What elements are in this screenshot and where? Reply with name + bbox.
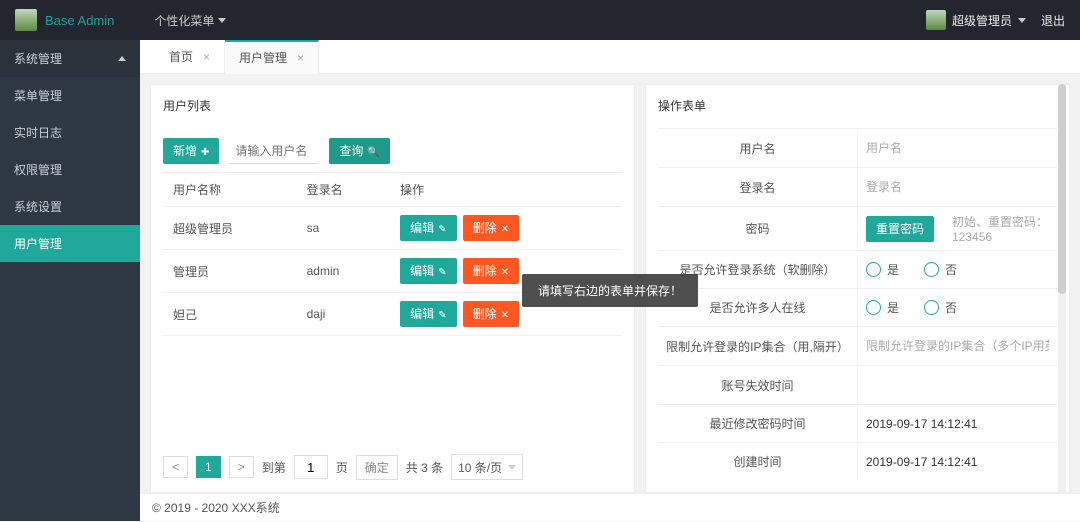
chevron-up-icon (118, 56, 126, 61)
edit-button[interactable]: 编辑 (400, 215, 456, 241)
x-icon (501, 308, 509, 321)
login-input[interactable] (866, 174, 1049, 200)
allow-multi-yes[interactable]: 是 (866, 299, 899, 316)
panel-title-left: 用户列表 (163, 97, 622, 114)
username-input[interactable] (866, 135, 1049, 161)
pagination: < 1 > 到第 页 确定 共 3 条 10 条/页 (163, 434, 622, 480)
pager-current[interactable]: 1 (196, 456, 221, 478)
edit-icon (438, 265, 446, 278)
top-header: Base Admin 个性化菜单 超级管理员 退出 (0, 0, 1080, 40)
delete-button[interactable]: 删除 (463, 258, 519, 284)
password-hint: 初始、重置密码：123456 (952, 213, 1049, 244)
label-username: 用户名 (658, 130, 858, 167)
sidebar-header[interactable]: 系统管理 (0, 40, 140, 77)
user-table: 用户名称 登录名 操作 超级管理员 sa 编辑 删除 (163, 172, 622, 336)
edit-button[interactable]: 编辑 (400, 301, 456, 327)
allow-multi-no[interactable]: 否 (924, 299, 957, 316)
add-button[interactable]: 新增 (163, 138, 219, 164)
label-login: 登录名 (658, 169, 858, 206)
brand-text: Base Admin (45, 13, 114, 28)
tab-home[interactable]: 首页 × (155, 40, 225, 74)
col-ops: 操作 (390, 173, 622, 207)
chevron-down-icon (218, 18, 226, 23)
top-nav-item[interactable]: 个性化菜单 (154, 12, 226, 29)
expire-input[interactable] (866, 372, 1049, 398)
edit-icon (438, 222, 446, 235)
search-input[interactable] (229, 138, 319, 164)
col-name: 用户名称 (163, 173, 297, 207)
pager-confirm[interactable]: 确定 (356, 455, 398, 480)
pager-pagesize[interactable]: 10 条/页 (451, 454, 523, 480)
search-icon (367, 145, 379, 158)
sidebar-item-log[interactable]: 实时日志 (0, 114, 140, 151)
ip-input[interactable] (866, 333, 1049, 359)
scroll-thumb[interactable] (1058, 84, 1066, 294)
sidebar-item-settings[interactable]: 系统设置 (0, 188, 140, 225)
avatar (926, 10, 946, 30)
tab-users[interactable]: 用户管理 × (225, 40, 319, 74)
main-area: 首页 × 用户管理 × 用户列表 新增 查询 (140, 40, 1080, 521)
allow-login-yes[interactable]: 是 (866, 261, 899, 278)
edit-icon (438, 308, 446, 321)
label-expire: 账号失效时间 (658, 367, 858, 404)
pwd-modified-value: 2019-09-17 14:12:41 (866, 417, 977, 431)
table-row[interactable]: 超级管理员 sa 编辑 删除 (163, 207, 622, 250)
label-created: 创建时间 (658, 443, 858, 480)
delete-button[interactable]: 删除 (463, 215, 519, 241)
panel-title-right: 操作表单 (658, 97, 1057, 114)
pager-jump-input[interactable] (294, 455, 328, 479)
pager-prev[interactable]: < (163, 456, 188, 478)
x-icon (501, 265, 509, 278)
list-toolbar: 新增 查询 (163, 138, 622, 164)
allow-login-no[interactable]: 否 (924, 261, 957, 278)
col-login: 登录名 (297, 173, 391, 207)
chevron-down-icon (1018, 18, 1026, 23)
footer: © 2019 - 2020 XXX系统 (140, 493, 1080, 521)
toast-message: 请填写右边的表单并保存！ (522, 274, 698, 307)
logout-link[interactable]: 退出 (1041, 12, 1065, 29)
sidebar: 系统管理 菜单管理 实时日志 权限管理 系统设置 用户管理 (0, 40, 140, 521)
sidebar-item-perm[interactable]: 权限管理 (0, 151, 140, 188)
reset-password-button[interactable]: 重置密码 (866, 216, 934, 242)
brand-icon (15, 9, 37, 31)
top-nav-label: 个性化菜单 (154, 12, 214, 29)
plus-icon (201, 145, 209, 158)
user-menu[interactable]: 超级管理员 (926, 10, 1026, 30)
tab-bar: 首页 × 用户管理 × (140, 40, 1080, 74)
close-icon[interactable]: × (203, 40, 210, 74)
brand-logo[interactable]: Base Admin (15, 9, 114, 31)
label-password: 密码 (658, 210, 858, 247)
scrollbar[interactable] (1058, 84, 1066, 493)
form-panel: 操作表单 用户名 登录名 密码 重置密码 初始、重置密码：123456 (645, 84, 1070, 493)
sidebar-item-users[interactable]: 用户管理 (0, 225, 140, 262)
delete-button[interactable]: 删除 (463, 301, 519, 327)
label-ip: 限制允许登录的IP集合（用,隔开） (658, 328, 858, 365)
close-icon[interactable]: × (297, 41, 304, 75)
pager-next[interactable]: > (229, 456, 254, 478)
x-icon (501, 222, 509, 235)
created-value: 2019-09-17 14:12:41 (866, 455, 977, 469)
user-name: 超级管理员 (952, 12, 1012, 29)
sidebar-item-menu[interactable]: 菜单管理 (0, 77, 140, 114)
edit-button[interactable]: 编辑 (400, 258, 456, 284)
search-button[interactable]: 查询 (329, 138, 389, 164)
label-pwd-modified: 最近修改密码时间 (658, 405, 858, 442)
chevron-down-icon (508, 465, 516, 470)
